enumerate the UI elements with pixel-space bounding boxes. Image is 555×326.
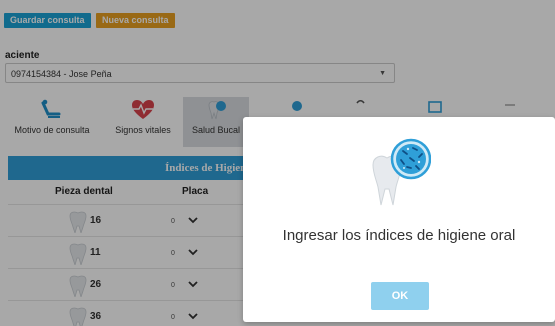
page: Guardar consulta Nueva consulta aciente … <box>0 0 555 326</box>
ok-button[interactable]: OK <box>371 282 429 310</box>
modal-title: Ingresar los índices de higiene oral <box>282 227 516 244</box>
tooth-bacteria-icon <box>372 138 431 206</box>
hygiene-modal: Ingresar los índices de higiene oral OK <box>243 117 555 322</box>
